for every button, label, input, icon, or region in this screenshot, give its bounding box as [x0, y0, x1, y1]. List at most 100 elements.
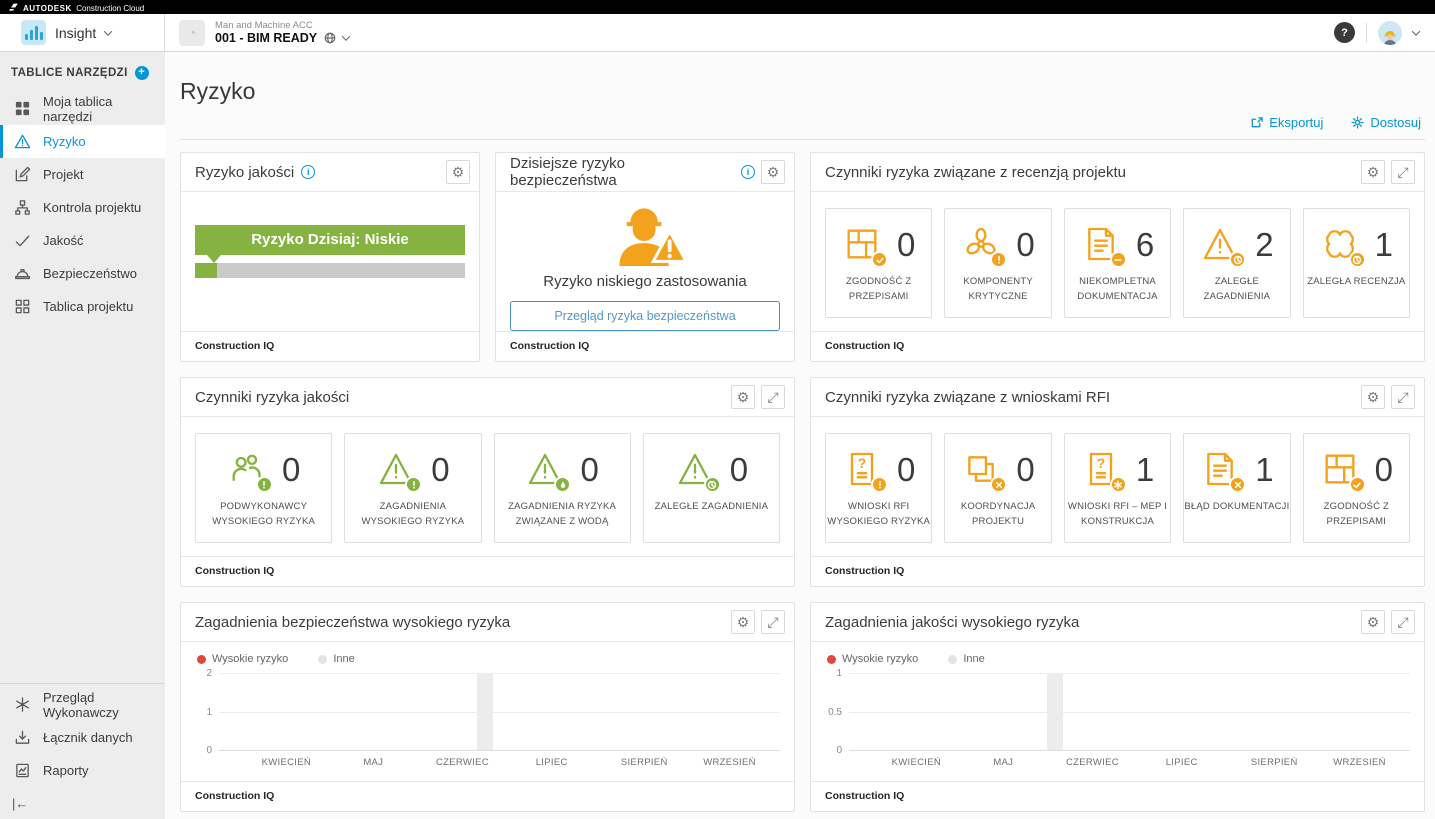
card-expand-button[interactable]: ⤢ [1391, 385, 1415, 409]
sidebar: TABLICE NARZĘDZI + Moja tablica narzędzi… [0, 52, 165, 819]
document-x-icon [1200, 449, 1242, 491]
kpi-value: 1 [1255, 451, 1273, 489]
sidebar-item-label: Tablica projektu [43, 299, 133, 314]
sidebar-item-label: Projekt [43, 167, 83, 182]
autodesk-top-bar: AUTODESK Construction Cloud [0, 0, 1435, 14]
add-dashboard-button[interactable]: + [135, 66, 149, 80]
x-badge-icon [990, 476, 1007, 493]
chevron-down-icon [342, 32, 350, 40]
gear-icon: ⚙ [1367, 390, 1380, 404]
kpi-value: 1 [1375, 226, 1393, 264]
info-icon[interactable]: i [741, 165, 755, 179]
card-settings-button[interactable]: ⚙ [1361, 160, 1385, 184]
card-expand-button[interactable]: ⤢ [1391, 160, 1415, 184]
card-quality-factors: Czynniki ryzyka jakości ⚙ ⤢ 0 [180, 377, 795, 587]
x-axis-label: SIERPIEŃ [1251, 757, 1298, 768]
kpi-tile[interactable]: ? 0 WNIOSKI RFI WYSOKIEGO RYZYKA [825, 433, 932, 543]
card-settings-button[interactable]: ⚙ [731, 610, 755, 634]
kpi-label: ZALEGŁE ZAGADNIENIA [1184, 275, 1289, 304]
app-switcher[interactable]: Insight [0, 14, 165, 51]
legend-item[interactable]: Wysokie ryzyko [197, 653, 288, 665]
customize-button[interactable]: Dostosuj [1351, 115, 1421, 130]
card-expand-button[interactable]: ⤢ [761, 385, 785, 409]
chart-legend: Wysokie ryzyko Inne [825, 642, 1410, 673]
chevron-down-icon [104, 27, 112, 35]
legend-item[interactable]: Inne [318, 653, 354, 665]
kpi-tile[interactable]: 0 ZAGADNIENIA RYZYKA ZWIĄZANE Z WODĄ [494, 433, 631, 543]
collapse-icon: |← [12, 796, 28, 811]
water-drop-badge-icon [554, 476, 571, 493]
x-axis-label: KWIECIEŃ [262, 757, 311, 768]
sidebar-item-kontrola-projektu[interactable]: Kontrola projektu [0, 191, 165, 224]
data-connector-icon [14, 729, 31, 746]
safety-review-button[interactable]: Przegląd ryzyka bezpieczeństwa [510, 301, 780, 331]
sidebar-item-moja-tablica[interactable]: Moja tablica narzędzi [0, 92, 165, 125]
card-expand-button[interactable]: ⤢ [761, 610, 785, 634]
sidebar-collapse-button[interactable]: |← [0, 787, 165, 819]
card-settings-button[interactable]: ⚙ [446, 160, 470, 184]
sidebar-item-raporty[interactable]: Raporty [0, 754, 165, 787]
alert-badge-icon [990, 251, 1007, 268]
x-axis-label: WRZESIEŃ [703, 757, 756, 768]
risk-gauge [195, 263, 465, 278]
kpi-label: ZGODNOŚĆ Z PRZEPISAMI [826, 275, 931, 304]
sidebar-item-lacznik-danych[interactable]: Łącznik danych [0, 721, 165, 754]
y-axis-tick: 2 [206, 668, 212, 679]
export-button[interactable]: Eksportuj [1250, 115, 1323, 130]
project-selector[interactable]: ◔ Man and Machine ACC 001 - BIM READY [179, 20, 349, 46]
x-badge-icon [1229, 476, 1246, 493]
legend-item[interactable]: Inne [948, 653, 984, 665]
x-axis-label: MAJ [363, 757, 383, 768]
sidebar-item-jakosc[interactable]: Jakość [0, 224, 165, 257]
kpi-tile[interactable]: 0 KOMPONENTY KRYTYCZNE [944, 208, 1051, 318]
kpi-tile[interactable]: 6 NIEKOMPLETNA DOKUMENTACJA [1064, 208, 1171, 318]
construction-iq-label: Construction IQ [811, 781, 1424, 811]
kpi-tile[interactable]: 1 ZALEGŁA RECENZJA [1303, 208, 1410, 318]
kpi-tile[interactable]: 0 KOORDYNACJA PROJEKTU [944, 433, 1051, 543]
kpi-tile[interactable]: 2 ZALEGŁE ZAGADNIENIA [1183, 208, 1290, 318]
avatar[interactable] [1378, 21, 1402, 45]
kpi-value: 0 [580, 451, 598, 489]
chart-bar[interactable] [1047, 673, 1063, 750]
kpi-value: 0 [282, 451, 300, 489]
sidebar-item-tablica-projektu[interactable]: Tablica projektu [0, 290, 165, 323]
kpi-tile[interactable]: 0 ZGODNOŚĆ Z PRZEPISAMI [1303, 433, 1410, 543]
construction-iq-label: Construction IQ [496, 331, 794, 361]
kpi-value: 0 [897, 451, 915, 489]
kpi-tile[interactable]: 0 ZGODNOŚĆ Z PRZEPISAMI [825, 208, 932, 318]
legend-item[interactable]: Wysokie ryzyko [827, 653, 918, 665]
kpi-tile[interactable]: 1 BŁĄD DOKUMENTACJI [1183, 433, 1290, 543]
x-axis-label: LIPIEC [1166, 757, 1198, 768]
legend-dot-icon [948, 655, 957, 664]
card-quality-issues-chart: Zagadnienia jakości wysokiego ryzyka ⚙ ⤢… [810, 602, 1425, 812]
x-axis: KWIECIEŃMAJCZERWIECLIPIECSIERPIEŃWRZESIE… [219, 750, 780, 770]
sidebar-item-ryzyko[interactable]: Ryzyko [0, 125, 165, 158]
kpi-label: PODWYKONAWCY WYSOKIEGO RYZYKA [203, 500, 325, 529]
card-settings-button[interactable]: ⚙ [1361, 610, 1385, 634]
x-axis-label: MAJ [993, 757, 1013, 768]
sidebar-item-label: Łącznik danych [43, 730, 133, 745]
chart-plot [219, 673, 780, 750]
card-rfi-factors: Czynniki ryzyka związane z wnioskami RFI… [810, 377, 1425, 587]
kpi-tile[interactable]: 0 ZALEGŁE ZAGADNIENIA [643, 433, 780, 543]
sidebar-item-przeglad-wykonawczy[interactable]: Przegląd Wykonawczy [0, 688, 165, 721]
sidebar-item-projekt[interactable]: Projekt [0, 158, 165, 191]
card-settings-button[interactable]: ⚙ [731, 385, 755, 409]
brand-suffix: Construction Cloud [76, 4, 144, 13]
layers-x-icon [961, 449, 1003, 491]
kpi-tile[interactable]: 0 PODWYKONAWCY WYSOKIEGO RYZYKA [195, 433, 332, 543]
card-expand-button[interactable]: ⤢ [1391, 610, 1415, 634]
card-settings-button[interactable]: ⚙ [761, 160, 785, 184]
sidebar-item-bezpieczenstwo[interactable]: Bezpieczeństwo [0, 257, 165, 290]
kpi-tile[interactable]: ? 1 WNIOSKI RFI – MEP I KONSTRUKCJA [1064, 433, 1171, 543]
help-button[interactable]: ? [1334, 22, 1355, 43]
card-settings-button[interactable]: ⚙ [1361, 385, 1385, 409]
info-icon[interactable]: i [301, 165, 315, 179]
project-thumbnail: ◔ [179, 20, 205, 46]
kpi-label: ZAGADNIENIA WYSOKIEGO RYZYKA [352, 500, 474, 529]
chart-bar[interactable] [477, 673, 493, 750]
kpi-tile[interactable]: 0 ZAGADNIENIA WYSOKIEGO RYZYKA [344, 433, 481, 543]
kpi-value: 0 [431, 451, 449, 489]
kpi-label: NIEKOMPLETNA DOKUMENTACJA [1065, 275, 1170, 304]
clock-badge-icon [704, 476, 721, 493]
